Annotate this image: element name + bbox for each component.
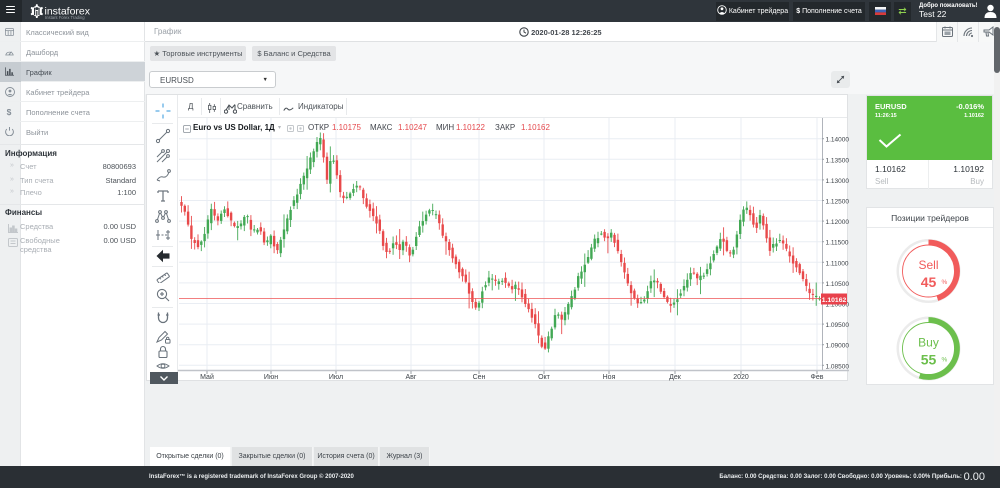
svg-text:Ноя: Ноя — [603, 374, 616, 381]
svg-text:1.11500: 1.11500 — [826, 240, 849, 247]
svg-text:Sell: Sell — [918, 258, 938, 272]
svg-text:Июл: Июл — [329, 374, 343, 381]
svg-text:Дек: Дек — [669, 374, 682, 381]
svg-text:1.10162: 1.10162 — [822, 297, 847, 304]
svg-text:Июн: Июн — [264, 374, 278, 381]
svg-text:Instant Forex Trading: Instant Forex Trading — [45, 15, 85, 20]
svg-text:Buy: Buy — [918, 336, 939, 350]
svg-text:1.13000: 1.13000 — [826, 178, 850, 185]
svg-text:1.09500: 1.09500 — [826, 322, 850, 329]
svg-text:1.14000: 1.14000 — [826, 137, 850, 144]
svg-text:Май: Май — [200, 373, 214, 381]
svg-text:1.13500: 1.13500 — [826, 157, 850, 164]
svg-text:1.09000: 1.09000 — [826, 343, 850, 350]
svg-text:45: 45 — [921, 274, 937, 290]
svg-text:55: 55 — [921, 352, 937, 368]
svg-text:Сен: Сен — [473, 374, 486, 381]
svg-text:1.12500: 1.12500 — [826, 199, 850, 206]
svg-text:1.11000: 1.11000 — [826, 260, 849, 267]
svg-text:Окт: Окт — [538, 374, 551, 381]
svg-text:1.08500: 1.08500 — [826, 363, 850, 370]
svg-text:Фев: Фев — [811, 374, 824, 381]
svg-text:%: % — [942, 357, 948, 364]
svg-text:%: % — [942, 279, 948, 286]
svg-text:2020: 2020 — [733, 374, 749, 381]
svg-text:Авг: Авг — [406, 374, 417, 381]
svg-text:1.12000: 1.12000 — [826, 219, 850, 226]
svg-text:1.10500: 1.10500 — [826, 281, 850, 288]
